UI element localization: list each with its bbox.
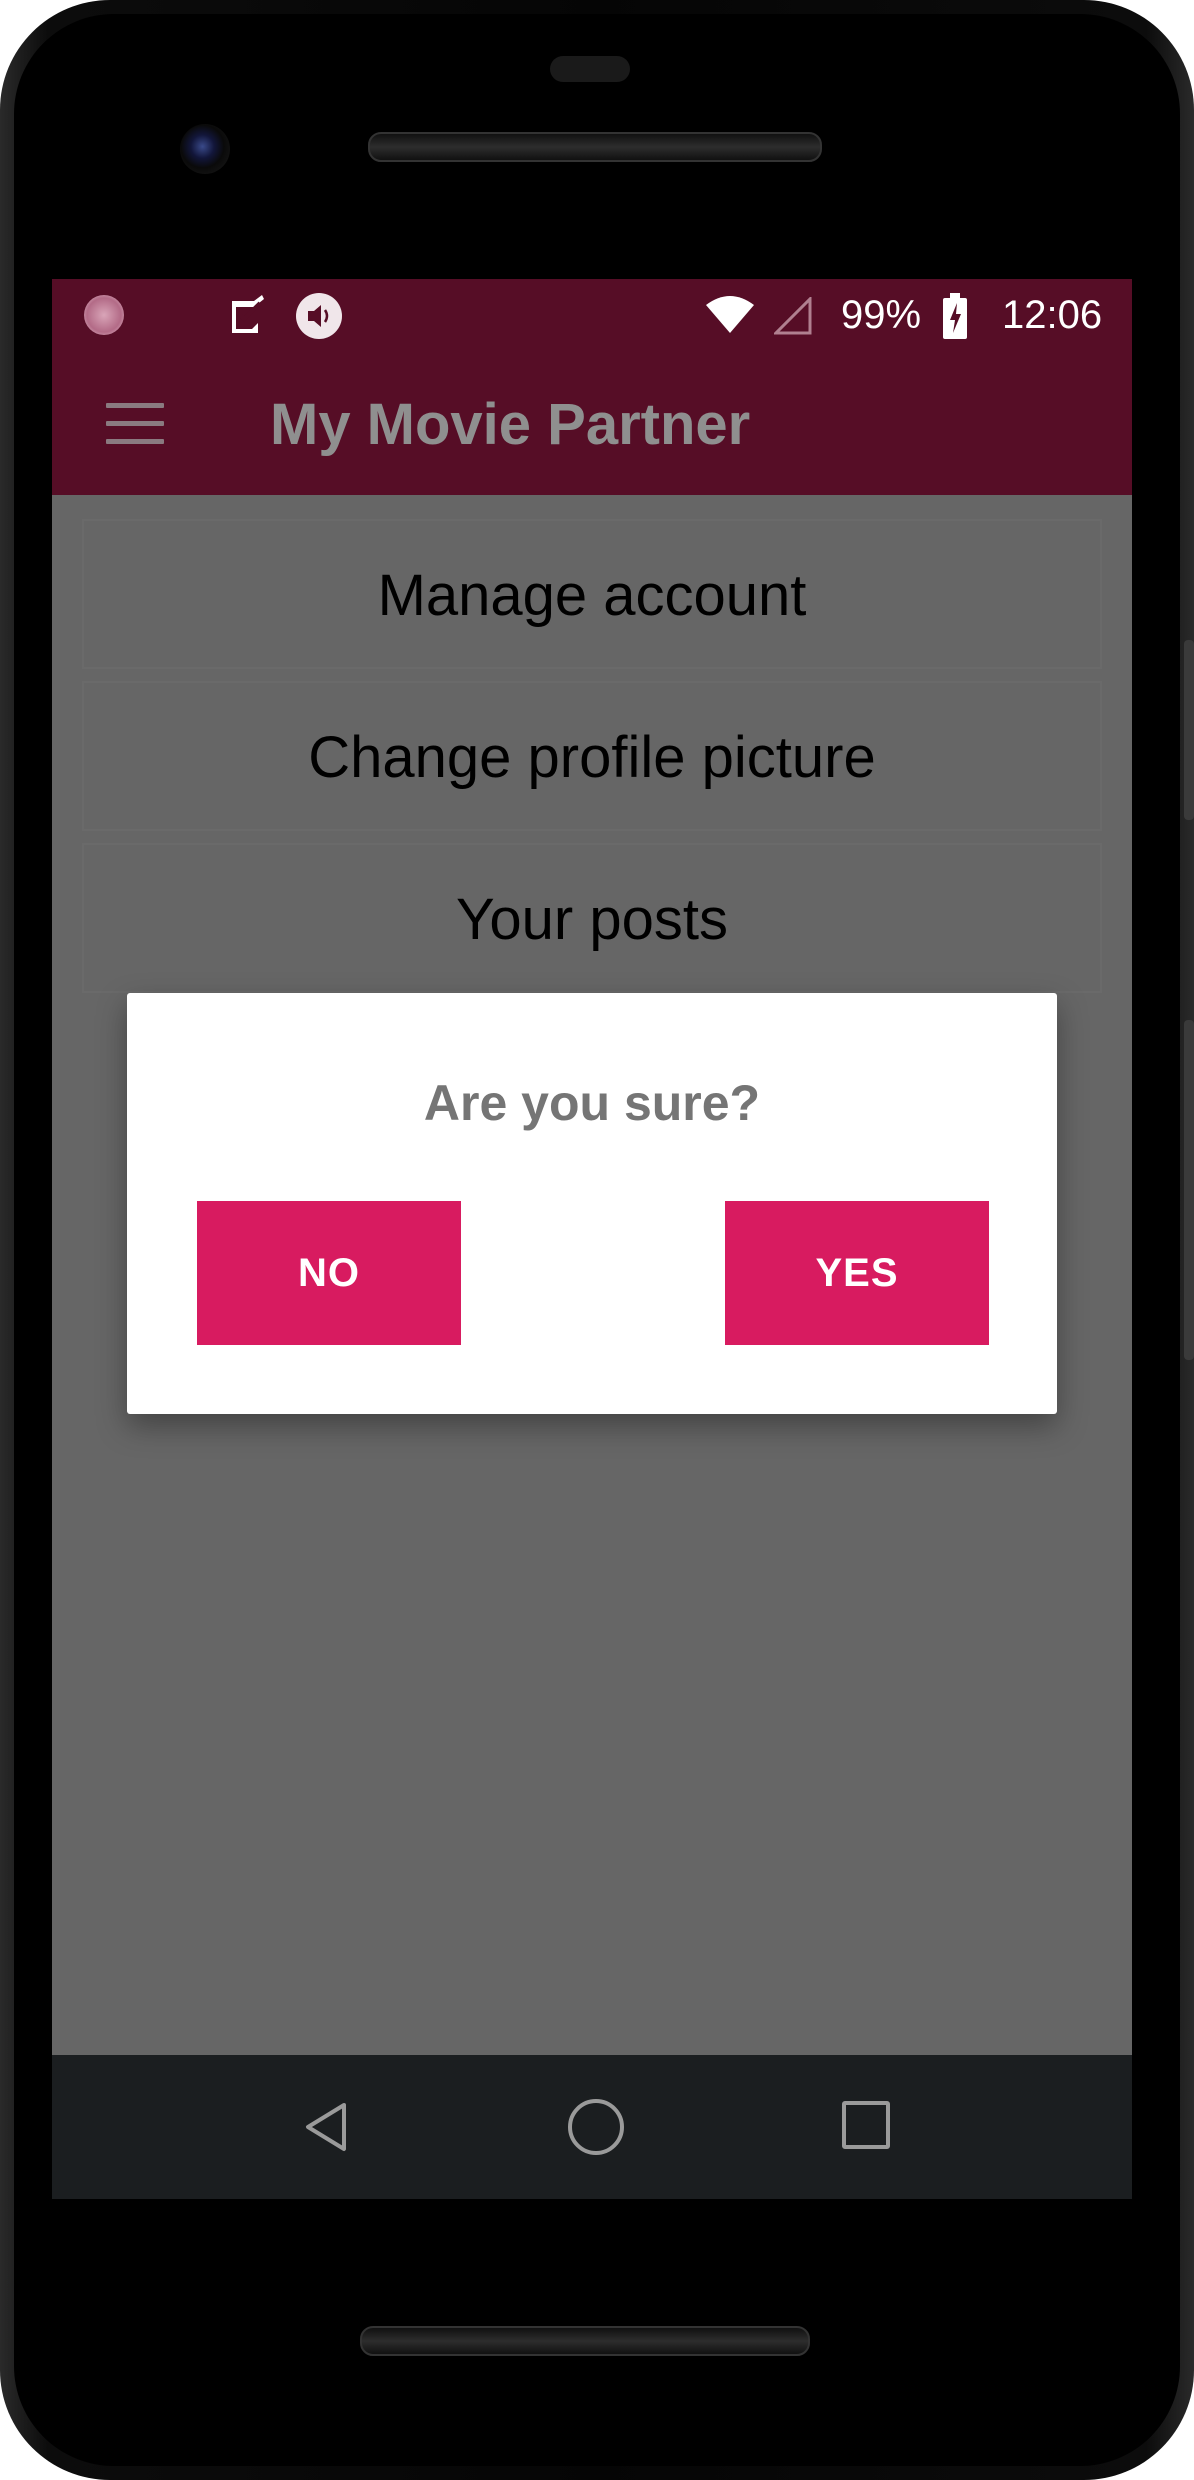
top-speaker-grille: [368, 132, 822, 162]
battery-charging-icon: [943, 293, 967, 339]
battery-percent: 99%: [841, 293, 922, 337]
app-bar: My Movie Partner: [52, 351, 1132, 495]
your-posts-item[interactable]: Your posts: [82, 843, 1102, 993]
checklist-icon: [232, 295, 264, 333]
change-profile-picture-item[interactable]: Change profile picture: [82, 681, 1102, 831]
navigation-bar: [52, 2055, 1132, 2199]
screen: 99% 12:06 My Movie Partner Manage accoun…: [52, 279, 1132, 2199]
clock: 12:06: [1002, 293, 1103, 337]
status-bar: 99% 12:06: [52, 279, 1132, 351]
app-title: My Movie Partner: [270, 392, 751, 457]
phone-frame: 99% 12:06 My Movie Partner Manage accoun…: [0, 0, 1194, 2480]
wifi-icon: [706, 296, 754, 333]
no-button[interactable]: NO: [197, 1201, 461, 1345]
yes-button[interactable]: YES: [725, 1201, 989, 1345]
bottom-speaker-grille: [360, 2326, 810, 2356]
power-button: [1184, 1020, 1194, 1360]
recents-icon[interactable]: [842, 2101, 890, 2149]
account-menu-list: Manage account Change profile picture Yo…: [82, 519, 1102, 1005]
home-icon[interactable]: [568, 2099, 624, 2155]
back-icon[interactable]: [298, 2099, 354, 2155]
signal-icon: [774, 297, 812, 335]
dialog-title: Are you sure?: [423, 1075, 761, 1131]
volume-button: [1184, 640, 1194, 820]
volume-icon: [296, 293, 342, 339]
hamburger-menu-icon[interactable]: [106, 403, 164, 444]
front-camera: [180, 124, 230, 174]
earpiece: [550, 56, 630, 82]
notification-circle-icon: [84, 295, 124, 335]
manage-account-item[interactable]: Manage account: [82, 519, 1102, 669]
confirm-dialog: Are you sure? NO YES: [127, 993, 1057, 1414]
